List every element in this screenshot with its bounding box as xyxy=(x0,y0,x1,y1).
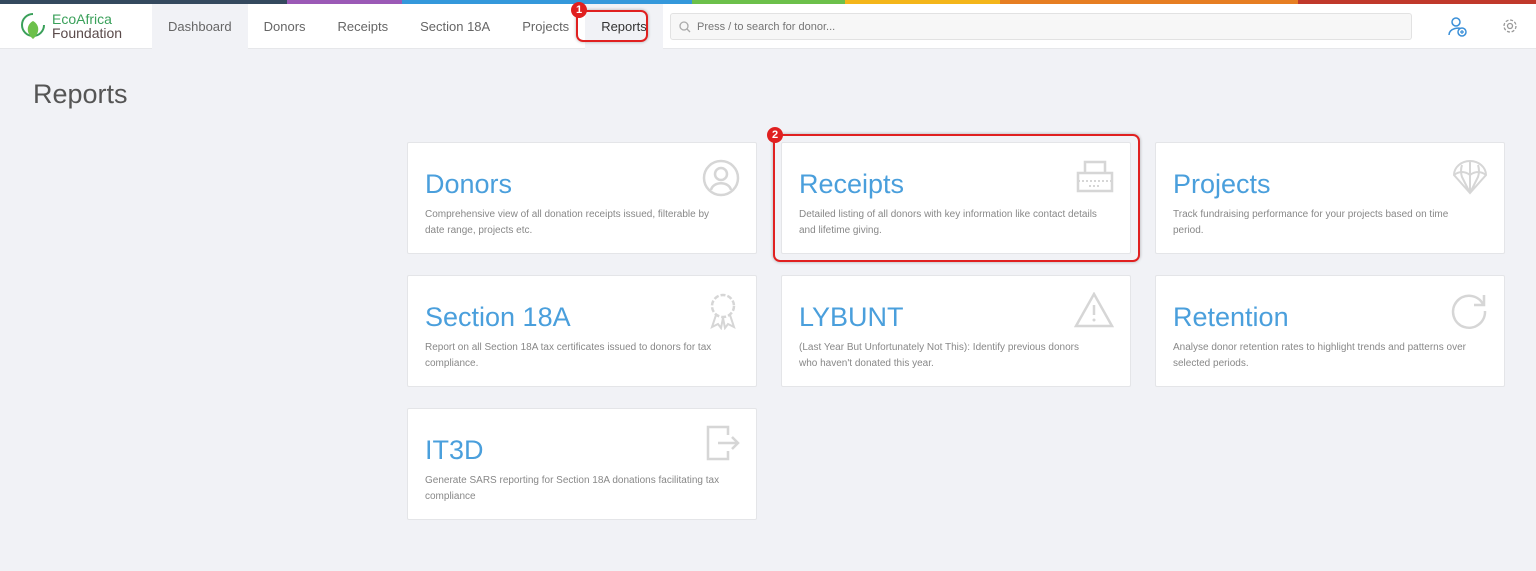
card-title: LYBUNT xyxy=(799,302,904,332)
add-user-icon[interactable] xyxy=(1448,16,1468,38)
report-card-section-18a[interactable]: Section 18A Report on all Section 18A tax… xyxy=(407,275,757,387)
card-title: Donors xyxy=(425,169,513,199)
card-desc: (Last Year But Unfortunately Not This): … xyxy=(799,342,1079,369)
card-desc: Track fundraising performance for your p… xyxy=(1173,209,1449,236)
header: EcoAfrica Foundation Dashboard Donors Rec… xyxy=(0,4,1536,49)
card-desc: Comprehensive view of all donation recei… xyxy=(425,209,710,236)
card-desc: Generate SARS reporting for Section 18A … xyxy=(425,475,720,502)
highlight-reports-tab xyxy=(576,10,648,42)
highlight-receipts-card xyxy=(773,134,1140,262)
page-title: Reports xyxy=(33,79,128,109)
logo[interactable]: EcoAfrica Foundation xyxy=(20,11,122,41)
report-card-projects[interactable]: Projects Track fundraising performance fo… xyxy=(1155,142,1505,254)
report-card-retention[interactable]: Retention Analyse donor retention rates t… xyxy=(1155,275,1505,387)
card-title: Projects xyxy=(1173,169,1271,199)
user-circle-icon xyxy=(702,159,740,197)
nav-section-18a[interactable]: Section 18A xyxy=(404,4,506,49)
brand-line2: Foundation xyxy=(52,25,123,41)
award-icon xyxy=(710,293,736,330)
nav-receipts[interactable]: Receipts xyxy=(322,4,405,49)
search-box[interactable] xyxy=(670,13,1412,40)
report-card-lybunt[interactable]: LYBUNT (Last Year But Unfortunately Not T… xyxy=(781,275,1131,387)
card-title: IT3D xyxy=(425,435,484,465)
card-desc: Report on all Section 18A tax certificat… xyxy=(425,342,712,369)
card-title: Section 18A xyxy=(425,302,571,332)
report-card-it3d[interactable]: IT3D Generate SARS reporting for Section … xyxy=(407,408,757,520)
refresh-icon xyxy=(1451,294,1487,330)
nav-donors[interactable]: Donors xyxy=(248,4,322,49)
card-desc: Analyse donor retention rates to highlig… xyxy=(1173,342,1466,369)
nav-dashboard[interactable]: Dashboard xyxy=(152,4,248,49)
warning-icon xyxy=(1074,292,1114,328)
step-badge-1: 1 xyxy=(571,2,587,18)
globe-icon xyxy=(1452,160,1488,195)
search-input[interactable] xyxy=(697,20,1297,33)
export-icon xyxy=(706,425,740,461)
search-icon xyxy=(679,20,691,32)
report-card-donors[interactable]: Donors Comprehensive view of all donation… xyxy=(407,142,757,254)
step-badge-2: 2 xyxy=(767,127,783,143)
brand-line1: EcoAfrica xyxy=(52,11,112,27)
gear-icon[interactable] xyxy=(1501,17,1519,35)
leaf-logo-icon xyxy=(21,13,45,39)
card-title: Retention xyxy=(1173,302,1289,332)
